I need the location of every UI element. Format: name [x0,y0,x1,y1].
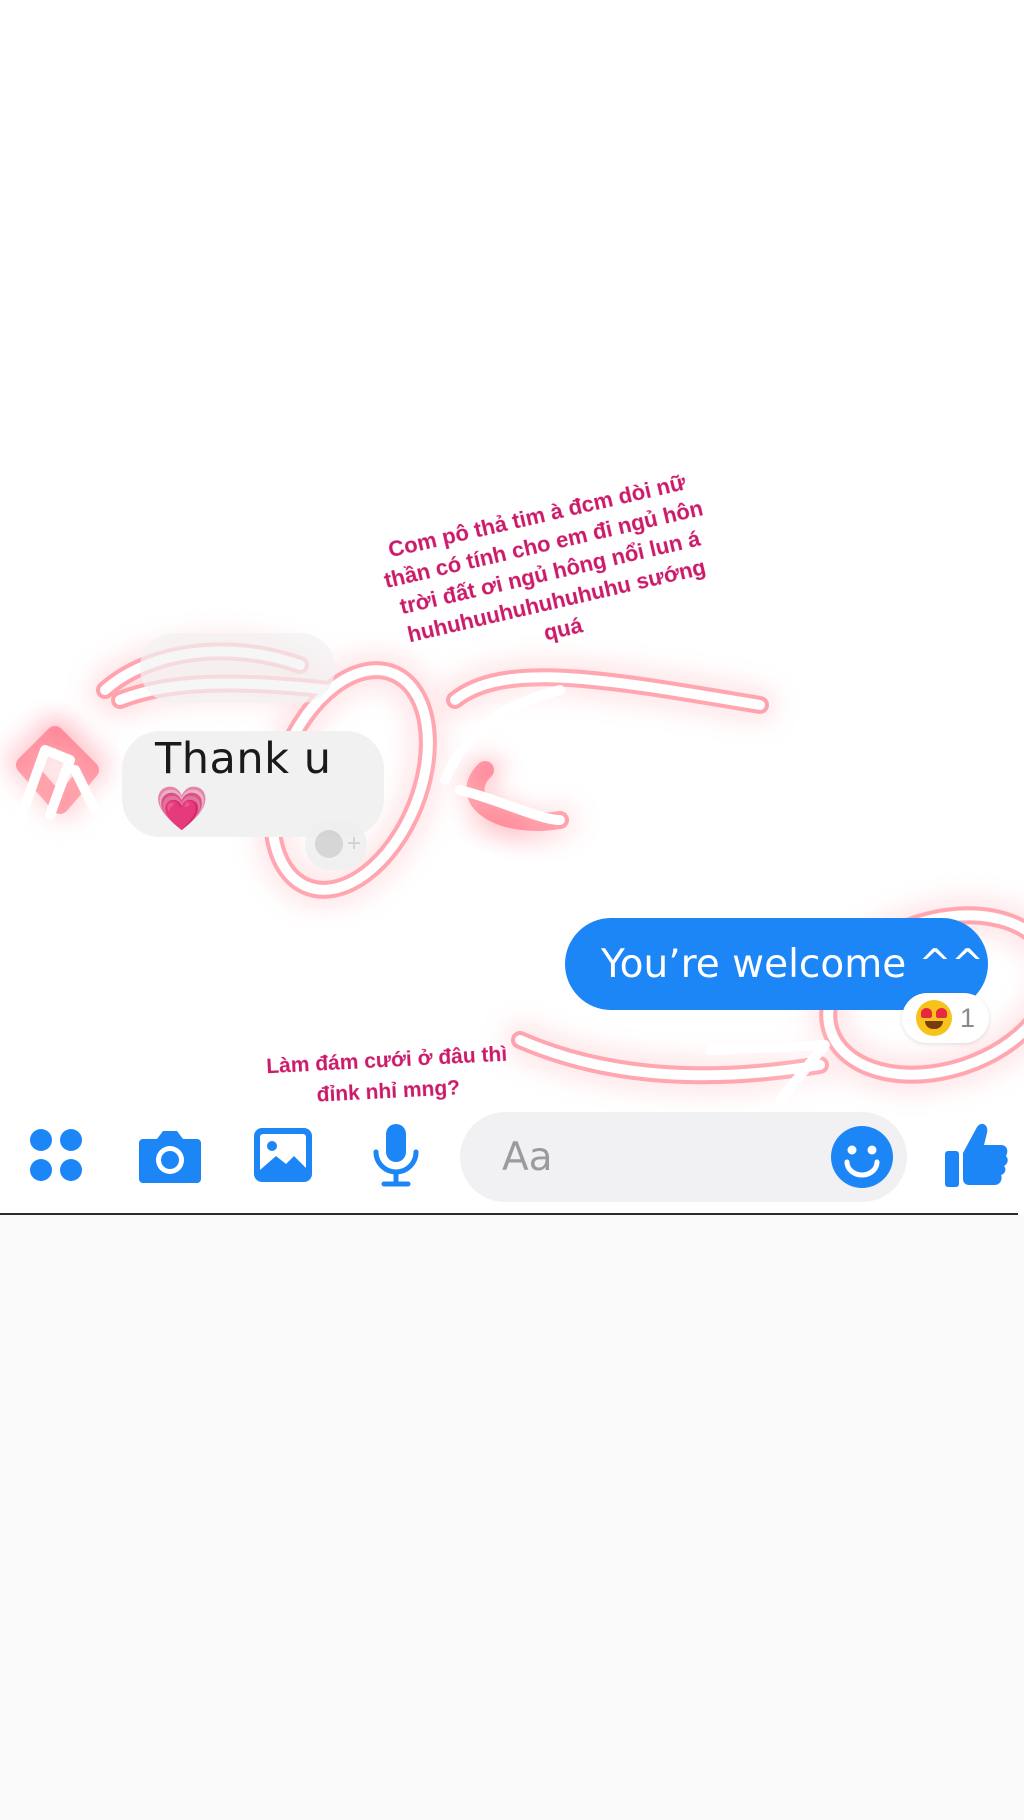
add-reaction-button[interactable]: + [305,820,367,870]
message-input-field[interactable] [460,1112,907,1202]
story-canvas: Thank u💗 + You’re welcome ^^ 1 Com pô th… [0,0,1024,1820]
gallery-button[interactable] [247,1110,319,1200]
message-composer [0,1110,1024,1210]
microphone-icon [373,1124,419,1187]
empty-lower-area [0,1215,1024,1820]
thumbs-up-icon [945,1123,1008,1187]
emoji-button[interactable] [829,1124,895,1190]
camera-icon [139,1131,201,1183]
message-reaction-badge[interactable]: 1 [902,993,989,1043]
more-apps-icon [30,1129,82,1181]
message-input[interactable] [500,1133,784,1181]
more-apps-button[interactable] [20,1110,92,1200]
heart-eyes-emoji-icon [915,1000,952,1036]
incoming-message-text: Thank u💗 [155,734,332,834]
reaction-count: 1 [959,1002,976,1033]
outgoing-message-text: You’re welcome ^^ [601,941,984,987]
gallery-icon [254,1128,312,1182]
previous-incoming-bubble [140,633,335,703]
smiley-icon [315,830,343,858]
plus-icon: + [347,830,362,857]
like-button[interactable] [940,1110,1012,1200]
emoji-icon [831,1126,893,1188]
microphone-button[interactable] [360,1110,432,1200]
camera-button[interactable] [134,1110,206,1200]
